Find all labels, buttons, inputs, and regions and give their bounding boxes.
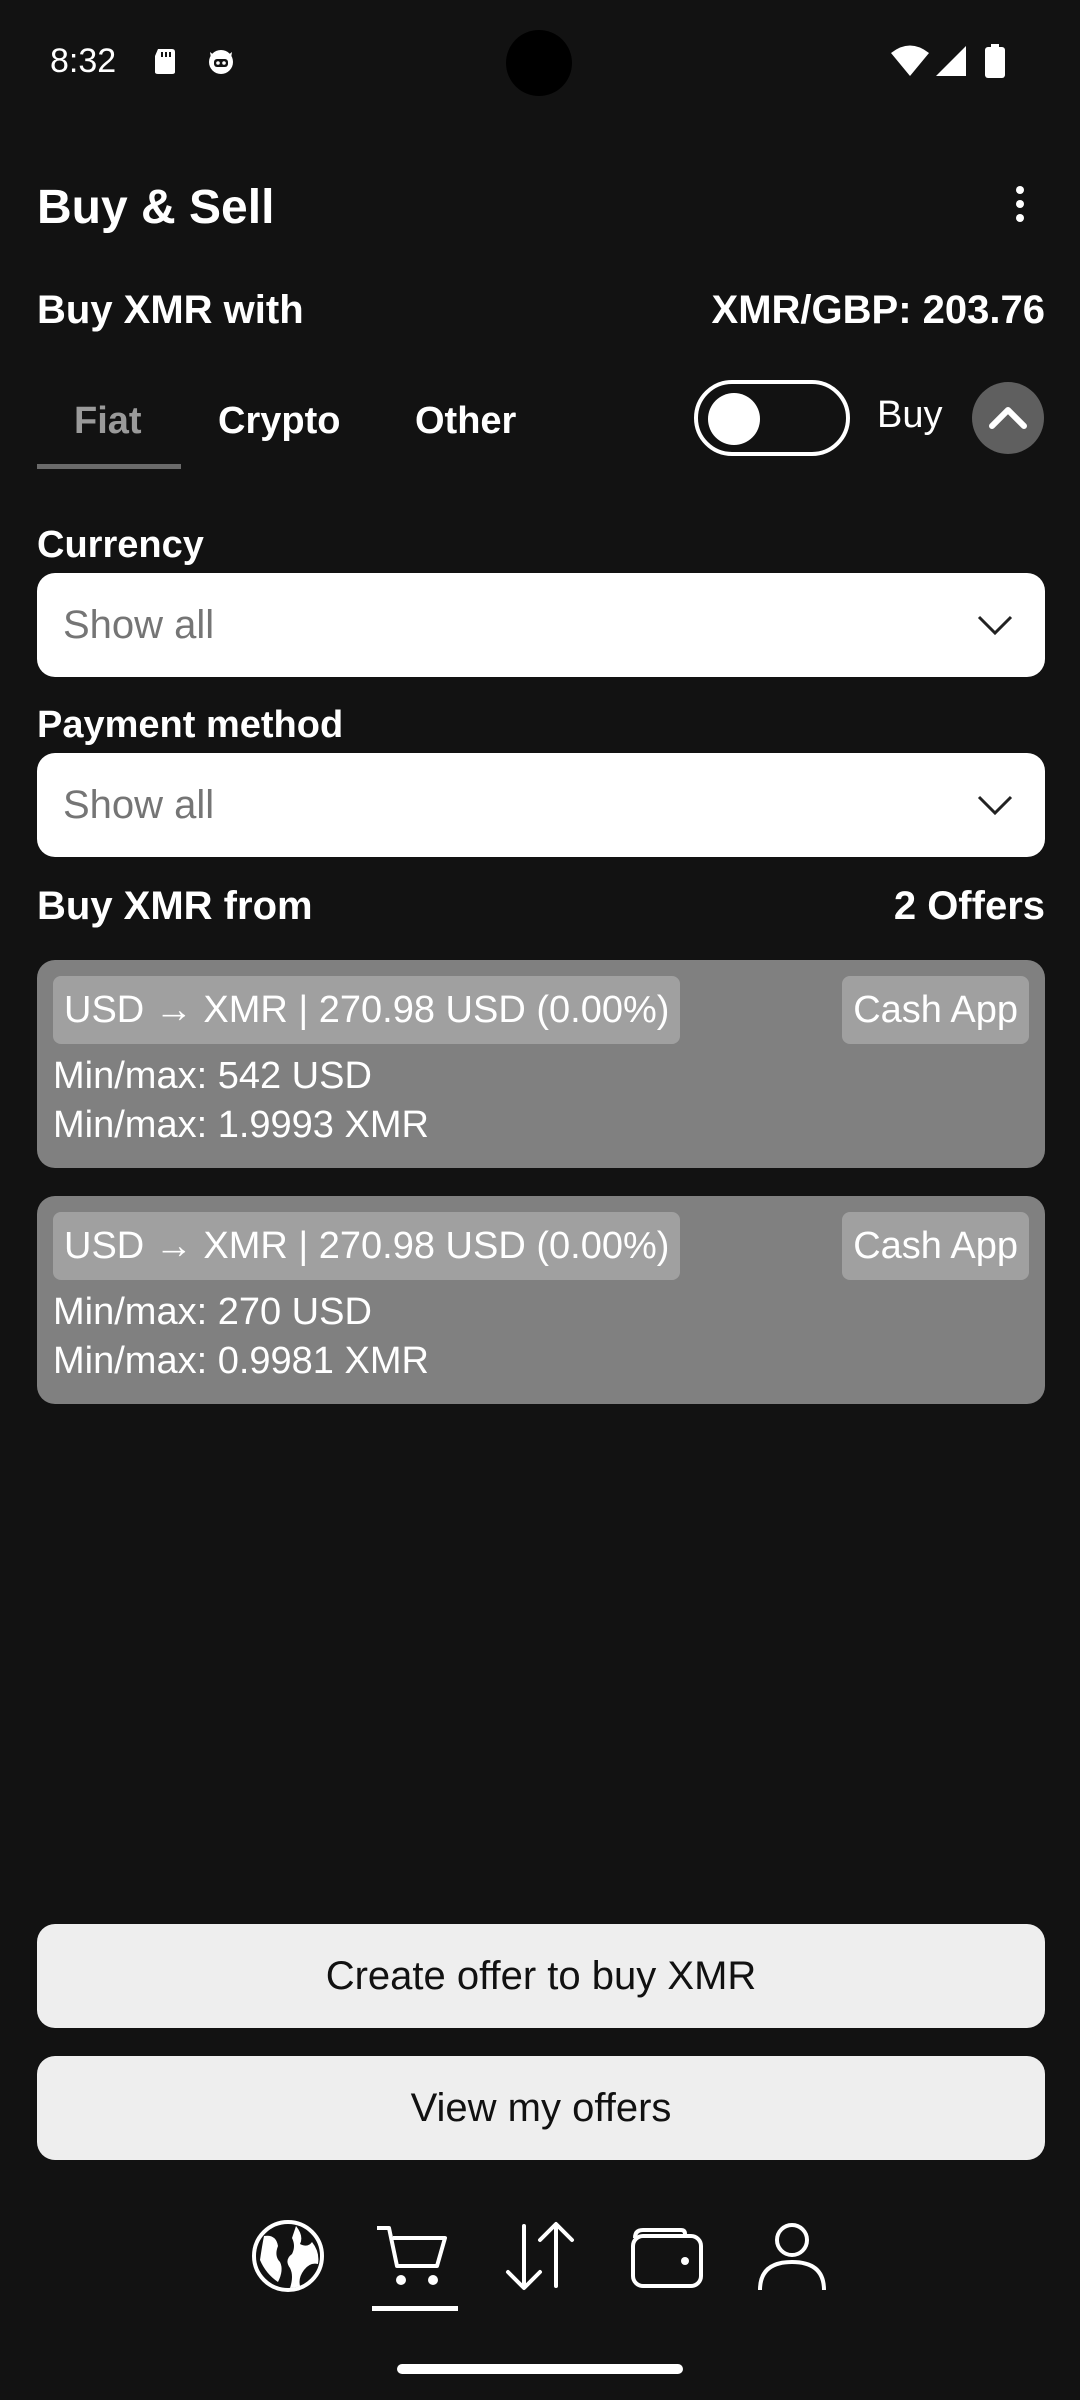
signal-icon [936, 46, 966, 76]
chevron-up-icon [989, 407, 1027, 429]
offer-min-max-xmr: Min/max: 0.9981 XMR [53, 1340, 429, 1382]
chevron-down-icon [977, 795, 1013, 816]
cart-icon[interactable] [373, 2216, 453, 2296]
page-title: Buy & Sell [37, 181, 275, 234]
exchange-rate: XMR/GBP: 203.76 [711, 288, 1045, 332]
payment-method-value: Show all [63, 782, 215, 827]
collapse-button[interactable] [972, 382, 1044, 454]
home-indicator[interactable] [397, 2364, 683, 2374]
buy-sell-toggle[interactable] [694, 380, 850, 456]
payment-method-select[interactable]: Show all [37, 753, 1045, 857]
payment-method-badge: Cash App [842, 1212, 1029, 1280]
offer-min-max-xmr: Min/max: 1.9993 XMR [53, 1104, 429, 1146]
profile-icon[interactable] [752, 2216, 832, 2296]
wallet-icon[interactable] [627, 2216, 707, 2296]
create-offer-button[interactable]: Create offer to buy XMR [37, 1924, 1045, 2028]
offers-count: 2 Offers [893, 884, 1045, 928]
status-time: 8:32 [50, 42, 117, 80]
cat-face-icon [209, 50, 233, 74]
toggle-label: Buy [877, 394, 943, 436]
offer-min-max-fiat: Min/max: 542 USD [53, 1055, 372, 1097]
payment-method-label: Payment method [37, 704, 344, 746]
currency-value: Show all [63, 602, 215, 647]
view-my-offers-button[interactable]: View my offers [37, 2056, 1045, 2160]
swap-icon[interactable] [500, 2216, 580, 2296]
offer-pair: USD → XMR | 270.98 USD (0.00%) [53, 1212, 681, 1280]
currency-select[interactable]: Show all [37, 573, 1045, 677]
buy-with-label: Buy XMR with [37, 288, 304, 332]
front-camera [506, 30, 572, 96]
chevron-down-icon [977, 615, 1013, 636]
sd-card-icon [155, 49, 175, 74]
tab-indicator [37, 464, 181, 469]
payment-method-badge: Cash App [842, 976, 1029, 1044]
offers-section-title: Buy XMR from [37, 884, 313, 928]
nav-active-indicator [372, 2306, 458, 2311]
tab-crypto[interactable]: Crypto [218, 400, 340, 443]
more-vert-icon[interactable] [1000, 180, 1040, 236]
offer-card[interactable]: USD → XMR | 270.98 USD (0.00%) Cash App … [37, 1196, 1045, 1404]
offer-card[interactable]: USD → XMR | 270.98 USD (0.00%) Cash App … [37, 960, 1045, 1168]
currency-label: Currency [37, 524, 204, 566]
battery-icon [985, 44, 1005, 78]
tab-other[interactable]: Other [415, 400, 516, 443]
globe-icon[interactable] [248, 2216, 328, 2296]
offer-pair: USD → XMR | 270.98 USD (0.00%) [53, 976, 681, 1044]
offer-min-max-fiat: Min/max: 270 USD [53, 1291, 372, 1333]
wifi-icon [891, 45, 929, 76]
tab-fiat[interactable]: Fiat [74, 400, 142, 443]
